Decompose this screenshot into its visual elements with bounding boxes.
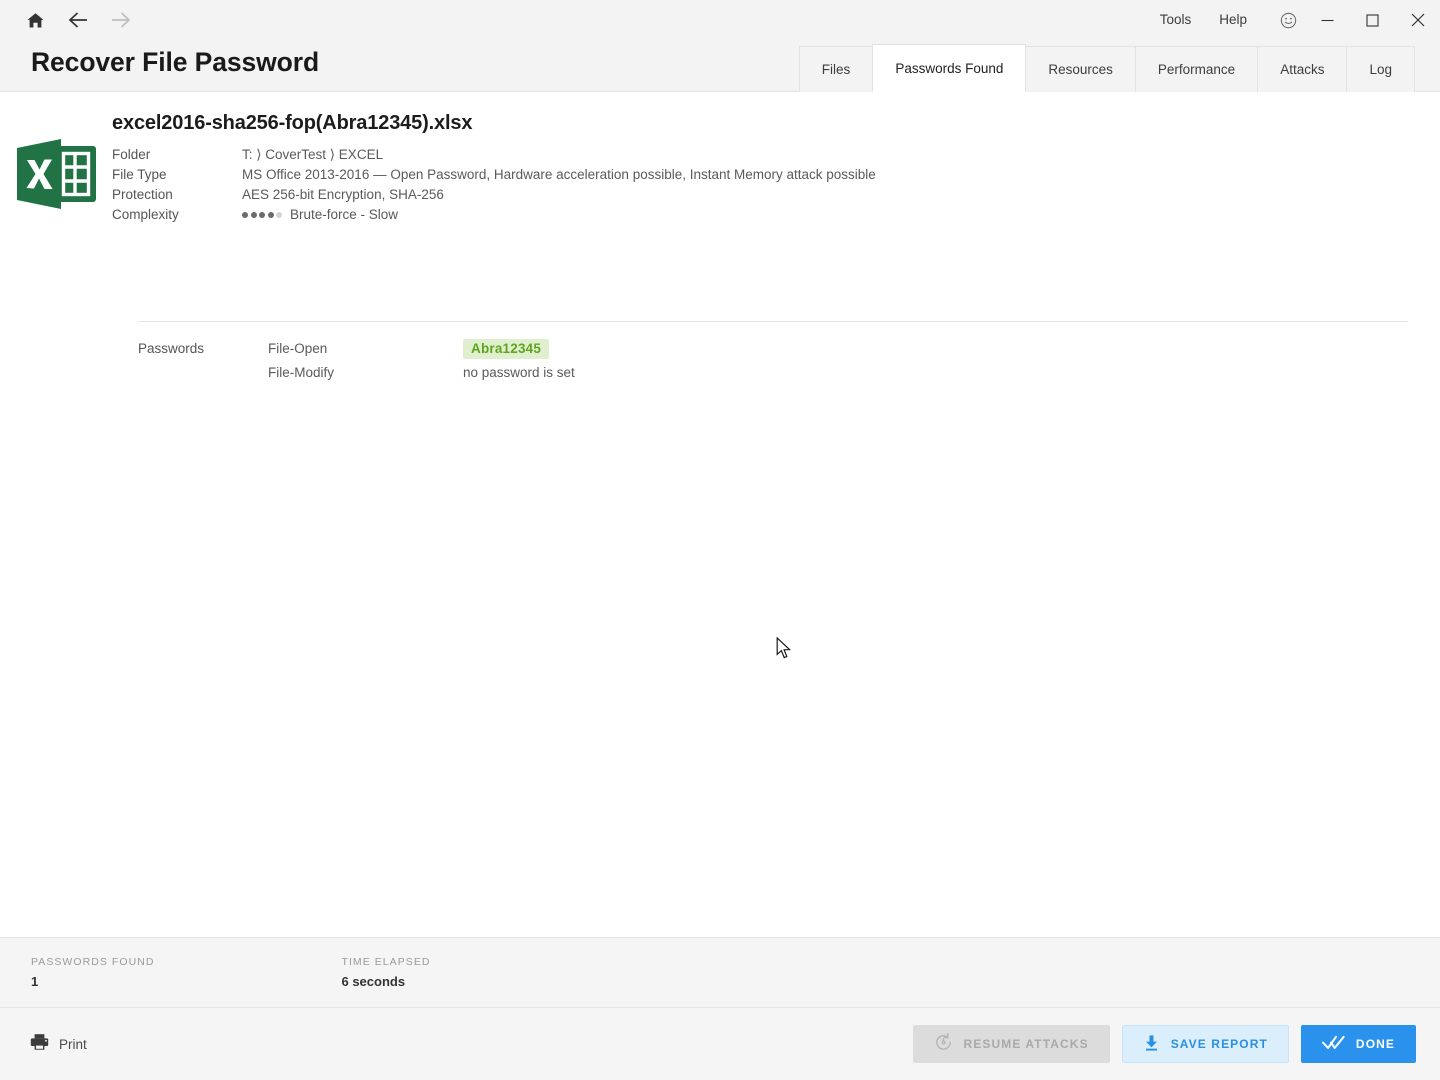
metadata-row-folder: Folder T: ⟩ CoverTest ⟩ EXCEL — [112, 145, 876, 165]
print-button[interactable]: Print — [28, 1027, 93, 1062]
tab-files[interactable]: Files — [798, 46, 874, 92]
arrow-right-icon — [108, 7, 134, 33]
status-bar: PASSWORDS FOUND 1 TIME ELAPSED 6 seconds — [0, 937, 1440, 1008]
excel-file-icon — [0, 110, 112, 214]
page-title: Recover File Password — [31, 47, 320, 77]
stat-value: 6 seconds — [341, 974, 406, 989]
tab-bar: Files Passwords Found Resources Performa… — [798, 44, 1415, 92]
metadata-value: T: ⟩ CoverTest ⟩ EXCEL — [242, 147, 384, 162]
complexity-label: Brute-force - Slow — [290, 207, 399, 222]
file-info: excel2016-sha256-fop(Abra12345).xlsx Fol… — [112, 110, 1440, 225]
complexity-dot — [242, 212, 248, 218]
metadata-label: File Type — [112, 167, 167, 182]
minimize-icon[interactable] — [1305, 0, 1350, 40]
complexity-dot — [267, 212, 274, 218]
main-content: excel2016-sha256-fop(Abra12345).xlsx Fol… — [0, 92, 1440, 937]
metadata-value: MS Office 2013-2016 — Open Password, Har… — [242, 167, 876, 182]
navigation-controls — [22, 7, 134, 33]
file-metadata-table: Folder T: ⟩ CoverTest ⟩ EXCEL File Type … — [112, 145, 876, 225]
tab-resources[interactable]: Resources — [1025, 46, 1136, 92]
titlebar-right-group: Tools Help — [1146, 0, 1440, 40]
recovered-password-badge[interactable]: Abra12345 — [463, 339, 550, 359]
password-not-set-text: no password is set — [463, 365, 575, 380]
passwords-table: Passwords File-Open Abra12345 File-Modif… — [138, 337, 575, 385]
tab-log[interactable]: Log — [1346, 46, 1415, 92]
tab-performance[interactable]: Performance — [1134, 46, 1259, 92]
maximize-icon[interactable] — [1350, 0, 1395, 40]
stat-passwords-found: PASSWORDS FOUND 1 — [31, 956, 154, 989]
resume-attacks-button: RESUME ATTACKS — [912, 1025, 1110, 1063]
done-label: DONE — [1355, 1037, 1395, 1051]
metadata-value: AES 256-bit Encryption, SHA-256 — [242, 187, 444, 202]
file-detail-block: excel2016-sha256-fop(Abra12345).xlsx Fol… — [0, 92, 1440, 225]
footer-actions: RESUME ATTACKS SAVE REPORT DONE — [912, 1025, 1416, 1063]
tab-attacks[interactable]: Attacks — [1257, 46, 1348, 92]
stat-label: TIME ELAPSED — [341, 956, 431, 968]
passwords-block: Passwords File-Open Abra12345 File-Modif… — [0, 337, 1440, 385]
arrow-left-icon[interactable] — [65, 7, 91, 33]
metadata-row-complexity: Complexity Brute-force - Slow — [112, 205, 876, 225]
metadata-row-file-type: File Type MS Office 2013-2016 — Open Pas… — [112, 165, 876, 185]
complexity-rating-dots — [242, 212, 282, 218]
password-kind: File-Open — [268, 341, 328, 356]
complexity-dot-empty — [276, 212, 282, 218]
title-bar: Tools Help — [0, 0, 1440, 40]
print-label: Print — [59, 1036, 87, 1052]
complexity-dot — [250, 212, 257, 218]
metadata-value: Brute-force - Slow — [242, 205, 876, 225]
menu-help[interactable]: Help — [1205, 0, 1261, 40]
stat-label: PASSWORDS FOUND — [31, 956, 155, 968]
table-row: Passwords File-Open Abra12345 — [138, 337, 575, 361]
file-name: excel2016-sha256-fop(Abra12345).xlsx — [112, 112, 473, 134]
resume-circle-icon — [934, 1033, 953, 1055]
window-header: Tools Help Recover File Password Files P… — [0, 0, 1440, 92]
password-kind: File-Modify — [268, 365, 335, 380]
stat-time-elapsed: TIME ELAPSED 6 seconds — [341, 956, 430, 989]
resume-attacks-label: RESUME ATTACKS — [963, 1037, 1089, 1051]
download-icon — [1143, 1034, 1160, 1055]
printer-icon — [30, 1033, 49, 1056]
tab-passwords-found[interactable]: Passwords Found — [872, 44, 1027, 92]
home-icon[interactable] — [22, 7, 48, 33]
metadata-label: Protection — [112, 187, 173, 202]
footer-bar: Print RESUME ATTACKS SAVE REPORT DONE — [0, 1008, 1440, 1080]
close-icon[interactable] — [1395, 0, 1440, 40]
stat-value: 1 — [31, 974, 39, 989]
table-row: File-Modify no password is set — [138, 361, 575, 385]
complexity-dot — [259, 212, 265, 218]
metadata-label: Folder — [112, 147, 151, 162]
mouse-cursor — [776, 636, 794, 661]
menu-tools[interactable]: Tools — [1146, 0, 1206, 40]
save-report-button[interactable]: SAVE REPORT — [1121, 1025, 1289, 1063]
smiley-face-icon[interactable] — [1271, 0, 1305, 40]
metadata-row-protection: Protection AES 256-bit Encryption, SHA-2… — [112, 185, 876, 205]
done-button[interactable]: DONE — [1300, 1025, 1416, 1063]
section-divider — [138, 321, 1408, 322]
application-window: Tools Help Recover File Password Files P… — [0, 0, 1440, 1080]
save-report-label: SAVE REPORT — [1170, 1037, 1268, 1051]
passwords-section-label: Passwords — [138, 341, 205, 356]
double-check-icon — [1321, 1034, 1345, 1054]
metadata-label: Complexity — [112, 207, 179, 222]
